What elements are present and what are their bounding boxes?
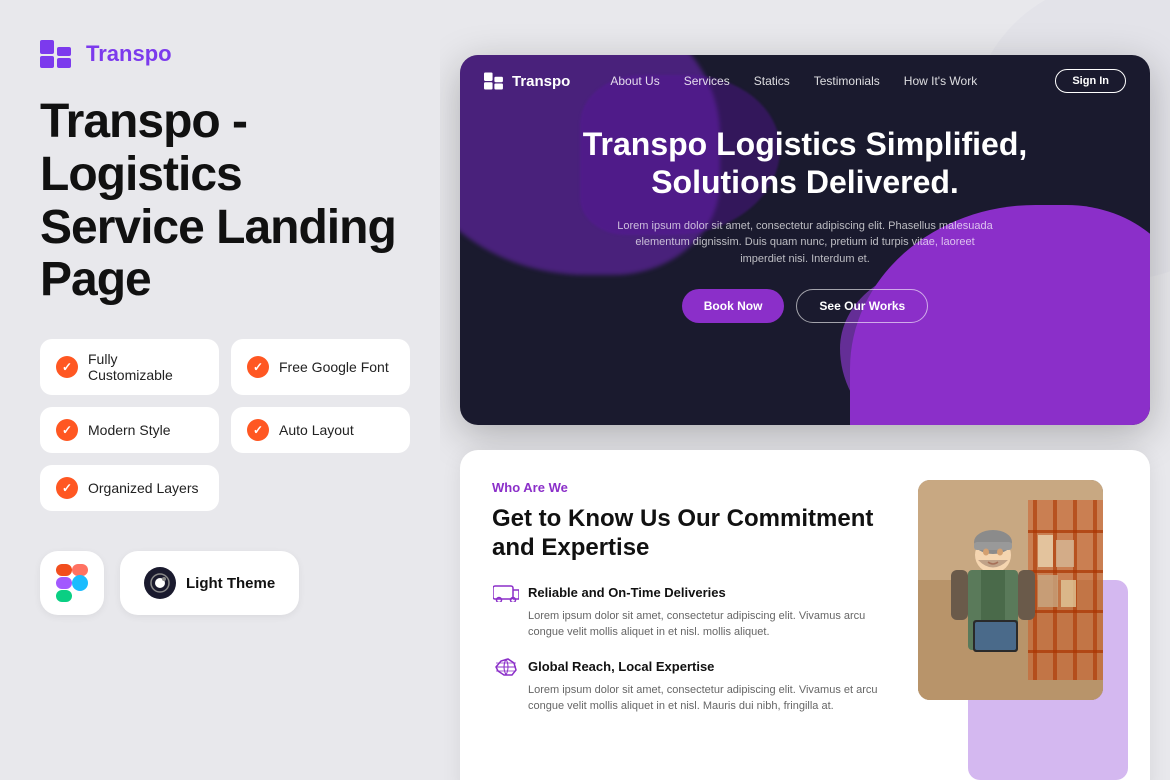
light-feature-2-header: Global Reach, Local Expertise bbox=[492, 657, 888, 677]
figma-badge bbox=[40, 551, 104, 615]
light-feature-1: Reliable and On-Time Deliveries Lorem ip… bbox=[492, 583, 888, 641]
feature-label-5: Organized Layers bbox=[88, 480, 199, 496]
main-title: Transpo - Logistics Service Landing Page bbox=[40, 96, 410, 307]
book-now-button[interactable]: Book Now bbox=[682, 289, 785, 323]
person-svg bbox=[918, 480, 1103, 700]
light-feature-1-title: Reliable and On-Time Deliveries bbox=[528, 585, 726, 600]
feature-label-2: Free Google Font bbox=[279, 359, 389, 375]
dark-hero-content: Transpo Logistics Simplified, Solutions … bbox=[460, 125, 1150, 323]
features-list: Fully Customizable Free Google Font Mode… bbox=[40, 339, 410, 511]
delivery-icon bbox=[492, 583, 520, 603]
nav-about[interactable]: About Us bbox=[610, 74, 659, 88]
dark-preview-card: Transpo About Us Services Statics Testim… bbox=[460, 55, 1150, 425]
light-preview-card: Who Are We Get to Know Us Our Commitment… bbox=[460, 450, 1150, 780]
dark-hero-description: Lorem ipsum dolor sit amet, consectetur … bbox=[615, 218, 995, 268]
check-icon-3 bbox=[56, 419, 78, 441]
light-content: Who Are We Get to Know Us Our Commitment… bbox=[492, 480, 888, 770]
light-feature-1-desc: Lorem ipsum dolor sit amet, consectetur … bbox=[492, 608, 888, 641]
global-icon bbox=[492, 657, 520, 677]
dark-navbar: Transpo About Us Services Statics Testim… bbox=[460, 55, 1150, 107]
dark-nav-brand: Transpo bbox=[484, 72, 570, 90]
theme-svg-icon bbox=[150, 573, 170, 593]
feature-fully-customizable: Fully Customizable bbox=[40, 339, 219, 395]
left-panel: Transpo Transpo - Logistics Service Land… bbox=[0, 0, 450, 780]
feature-free-google-font: Free Google Font bbox=[231, 339, 410, 395]
section-label: Who Are We bbox=[492, 480, 888, 495]
dark-nav-brand-text: Transpo bbox=[512, 73, 570, 90]
nav-services[interactable]: Services bbox=[684, 74, 730, 88]
check-icon-1 bbox=[56, 356, 78, 378]
brand-logo: Transpo bbox=[40, 40, 410, 68]
theme-label: Light Theme bbox=[186, 575, 275, 592]
see-our-works-button[interactable]: See Our Works bbox=[796, 289, 928, 323]
nav-statics[interactable]: Statics bbox=[754, 74, 790, 88]
person-image-container bbox=[918, 480, 1118, 770]
feature-label-1: Fully Customizable bbox=[88, 351, 203, 383]
brand-logo-icon bbox=[40, 40, 76, 68]
dark-hero-buttons: Book Now See Our Works bbox=[520, 289, 1090, 323]
feature-auto-layout: Auto Layout bbox=[231, 407, 410, 453]
check-icon-2 bbox=[247, 356, 269, 378]
light-feature-2: Global Reach, Local Expertise Lorem ipsu… bbox=[492, 657, 888, 715]
dark-brand-icon bbox=[484, 72, 506, 90]
person-image bbox=[918, 480, 1103, 700]
theme-icon bbox=[144, 567, 176, 599]
nav-testimonials[interactable]: Testimonials bbox=[814, 74, 880, 88]
check-icon-5 bbox=[56, 477, 78, 499]
light-feature-2-title: Global Reach, Local Expertise bbox=[528, 659, 714, 674]
light-section-title: Get to Know Us Our Commitment and Expert… bbox=[492, 505, 888, 563]
signin-button[interactable]: Sign In bbox=[1055, 69, 1126, 93]
right-panel: Transpo About Us Services Statics Testim… bbox=[440, 0, 1170, 780]
light-feature-1-header: Reliable and On-Time Deliveries bbox=[492, 583, 888, 603]
feature-label-3: Modern Style bbox=[88, 422, 170, 438]
dark-nav-links: About Us Services Statics Testimonials H… bbox=[610, 74, 1055, 88]
check-icon-4 bbox=[247, 419, 269, 441]
light-feature-2-desc: Lorem ipsum dolor sit amet, consectetur … bbox=[492, 682, 888, 715]
theme-badge: Light Theme bbox=[120, 551, 299, 615]
feature-organized-layers: Organized Layers bbox=[40, 465, 219, 511]
dark-hero-title: Transpo Logistics Simplified, Solutions … bbox=[520, 125, 1090, 202]
bottom-badges: Light Theme bbox=[40, 551, 410, 615]
figma-icon bbox=[56, 564, 88, 602]
feature-modern-style: Modern Style bbox=[40, 407, 219, 453]
brand-name: Transpo bbox=[86, 41, 172, 67]
feature-label-4: Auto Layout bbox=[279, 422, 354, 438]
nav-how-it-works[interactable]: How It's Work bbox=[904, 74, 977, 88]
